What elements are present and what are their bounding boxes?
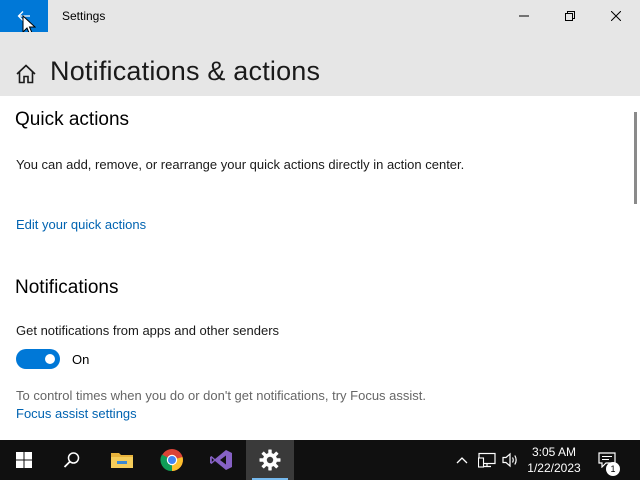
toggle-knob: [45, 354, 55, 364]
taskbar-clock[interactable]: 3:05 AM 1/22/2023: [524, 444, 584, 476]
notifications-toggle-label: Get notifications from apps and other se…: [16, 323, 280, 338]
home-icon: [16, 64, 36, 84]
quick-actions-heading: Quick actions: [15, 109, 130, 130]
start-button[interactable]: [0, 440, 48, 480]
notification-count-badge: 1: [606, 462, 620, 476]
page-header: Notifications & actions: [0, 32, 640, 96]
search-button[interactable]: [48, 440, 96, 480]
network-button[interactable]: [477, 450, 497, 470]
settings-taskbar-button[interactable]: [246, 440, 294, 480]
visual-studio-icon: [210, 450, 232, 470]
search-icon: [63, 452, 80, 468]
edit-quick-actions-link[interactable]: Edit your quick actions: [16, 217, 146, 232]
file-explorer-button[interactable]: [98, 440, 146, 480]
chrome-button[interactable]: [148, 440, 196, 480]
close-button[interactable]: [593, 0, 639, 32]
home-button[interactable]: [14, 62, 38, 86]
visual-studio-button[interactable]: [197, 440, 245, 480]
close-icon: [611, 11, 621, 21]
restore-button[interactable]: [547, 0, 593, 32]
minimize-button[interactable]: [501, 0, 547, 32]
focus-assist-description: To control times when you do or don't ge…: [16, 388, 427, 403]
title-bar: Settings: [0, 0, 640, 36]
notifications-heading: Notifications: [15, 277, 119, 298]
quick-actions-description: You can add, remove, or rearrange your q…: [16, 157, 465, 172]
file-explorer-icon: [111, 453, 133, 468]
chevron-up-icon: [456, 457, 468, 464]
minimize-icon: [519, 15, 529, 17]
clock-time: 3:05 AM: [531, 445, 577, 459]
chrome-icon: [160, 449, 183, 472]
toggle-state-label: On: [72, 352, 90, 367]
focus-assist-settings-link[interactable]: Focus assist settings: [16, 406, 137, 421]
volume-icon: [502, 452, 517, 468]
taskbar: 3:05 AM 1/22/2023: [0, 440, 640, 480]
notifications-toggle[interactable]: [16, 349, 60, 369]
restore-icon: [565, 11, 575, 21]
network-icon: [478, 452, 496, 468]
settings-content: Quick actions You can add, remove, or re…: [0, 96, 640, 440]
windows-logo-icon: [16, 452, 32, 468]
clock-date: 1/22/2023: [527, 461, 581, 475]
settings-icon: [259, 449, 281, 471]
page-title: Notifications & actions: [50, 56, 321, 86]
volume-button[interactable]: [500, 450, 520, 470]
show-hidden-icons-button[interactable]: [452, 450, 472, 470]
window-title: Settings: [62, 9, 106, 23]
scrollbar-thumb[interactable]: [634, 112, 637, 204]
